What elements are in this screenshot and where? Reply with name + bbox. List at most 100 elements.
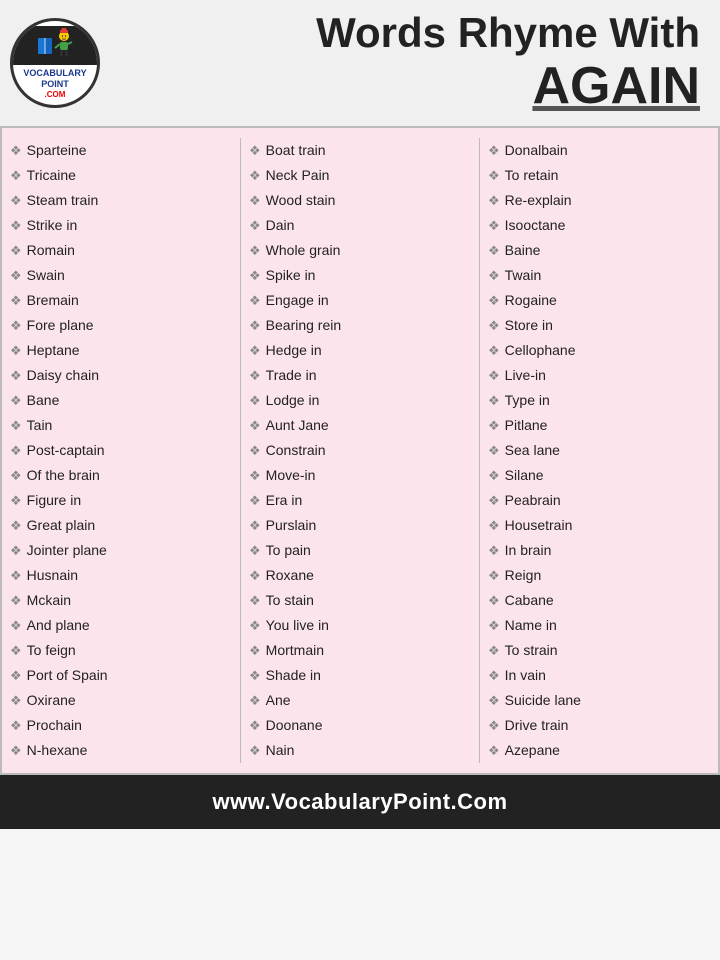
diamond-icon: ❖ [10,516,22,536]
diamond-icon: ❖ [249,241,261,261]
word-text: Tricaine [27,165,76,186]
diamond-icon: ❖ [249,466,261,486]
list-item: ❖Figure in [10,488,232,513]
word-text: Era in [266,490,303,511]
list-item: ❖Bearing rein [249,313,471,338]
list-item: ❖To strain [488,638,710,663]
list-item: ❖Cellophane [488,338,710,363]
diamond-icon: ❖ [249,341,261,361]
list-item: ❖And plane [10,613,232,638]
diamond-icon: ❖ [249,541,261,561]
list-item: ❖Silane [488,463,710,488]
list-item: ❖Fore plane [10,313,232,338]
list-item: ❖Wood stain [249,188,471,213]
list-item: ❖Shade in [249,663,471,688]
list-item: ❖N-hexane [10,738,232,763]
diamond-icon: ❖ [10,141,22,161]
footer-url: www.VocabularyPoint.Com [0,789,720,815]
list-item: ❖Suicide lane [488,688,710,713]
diamond-icon: ❖ [10,591,22,611]
diamond-icon: ❖ [488,166,500,186]
list-item: ❖Heptane [10,338,232,363]
diamond-icon: ❖ [10,416,22,436]
diamond-icon: ❖ [249,416,261,436]
word-text: To retain [505,165,559,186]
diamond-icon: ❖ [10,466,22,486]
diamond-icon: ❖ [488,416,500,436]
list-item: ❖Azepane [488,738,710,763]
diamond-icon: ❖ [10,641,22,661]
list-item: ❖Trade in [249,363,471,388]
logo-top [13,26,97,65]
list-item: ❖Peabrain [488,488,710,513]
diamond-icon: ❖ [249,641,261,661]
word-text: Nain [266,740,295,761]
header: VOCABULARY POINT .COM Words Rhyme With A… [0,0,720,126]
list-item: ❖Name in [488,613,710,638]
word-text: Figure in [27,490,81,511]
word-text: Sea lane [505,440,560,461]
word-text: Cellophane [505,340,576,361]
word-text: Strike in [27,215,78,236]
list-item: ❖Twain [488,263,710,288]
diamond-icon: ❖ [249,266,261,286]
diamond-icon: ❖ [488,716,500,736]
list-item: ❖Baine [488,238,710,263]
word-text: Constrain [266,440,326,461]
list-item: ❖Sea lane [488,438,710,463]
page-title-word: AGAIN [115,56,700,116]
diamond-icon: ❖ [249,566,261,586]
diamond-icon: ❖ [10,316,22,336]
diamond-icon: ❖ [488,566,500,586]
word-text: Dain [266,215,295,236]
list-item: ❖In brain [488,538,710,563]
list-item: ❖To stain [249,588,471,613]
list-item: ❖Whole grain [249,238,471,263]
diamond-icon: ❖ [10,441,22,461]
list-item: ❖Tricaine [10,163,232,188]
list-item: ❖Hedge in [249,338,471,363]
word-text: Steam train [27,190,99,211]
word-text: Swain [27,265,65,286]
diamond-icon: ❖ [249,516,261,536]
logo-text: VOCABULARY POINT .COM [21,65,88,100]
word-text: Bane [27,390,60,411]
word-text: Neck Pain [266,165,330,186]
title-block: Words Rhyme With AGAIN [115,10,700,116]
diamond-icon: ❖ [10,266,22,286]
diamond-icon: ❖ [10,541,22,561]
word-text: Type in [505,390,550,411]
list-item: ❖Bremain [10,288,232,313]
word-text: Whole grain [266,240,341,261]
diamond-icon: ❖ [10,241,22,261]
word-text: You live in [266,615,329,636]
list-item: ❖Of the brain [10,463,232,488]
word-text: Reign [505,565,542,586]
diamond-icon: ❖ [488,491,500,511]
diamond-icon: ❖ [10,341,22,361]
word-text: Move-in [266,465,316,486]
word-text: And plane [27,615,90,636]
list-item: ❖Ane [249,688,471,713]
list-item: ❖In vain [488,663,710,688]
list-item: ❖Roxane [249,563,471,588]
word-text: Housetrain [505,515,573,536]
diamond-icon: ❖ [249,616,261,636]
word-text: Hedge in [266,340,322,361]
word-text: Drive train [505,715,569,736]
diamond-icon: ❖ [249,291,261,311]
word-text: Great plain [27,515,95,536]
diamond-icon: ❖ [488,591,500,611]
list-item: ❖Strike in [10,213,232,238]
list-item: ❖Port of Spain [10,663,232,688]
list-item: ❖Housetrain [488,513,710,538]
diamond-icon: ❖ [488,466,500,486]
word-text: Daisy chain [27,365,99,386]
diamond-icon: ❖ [10,166,22,186]
word-text: Bearing rein [266,315,342,336]
word-text: Fore plane [27,315,94,336]
list-item: ❖Nain [249,738,471,763]
diamond-icon: ❖ [488,741,500,761]
diamond-icon: ❖ [488,316,500,336]
diamond-icon: ❖ [488,341,500,361]
